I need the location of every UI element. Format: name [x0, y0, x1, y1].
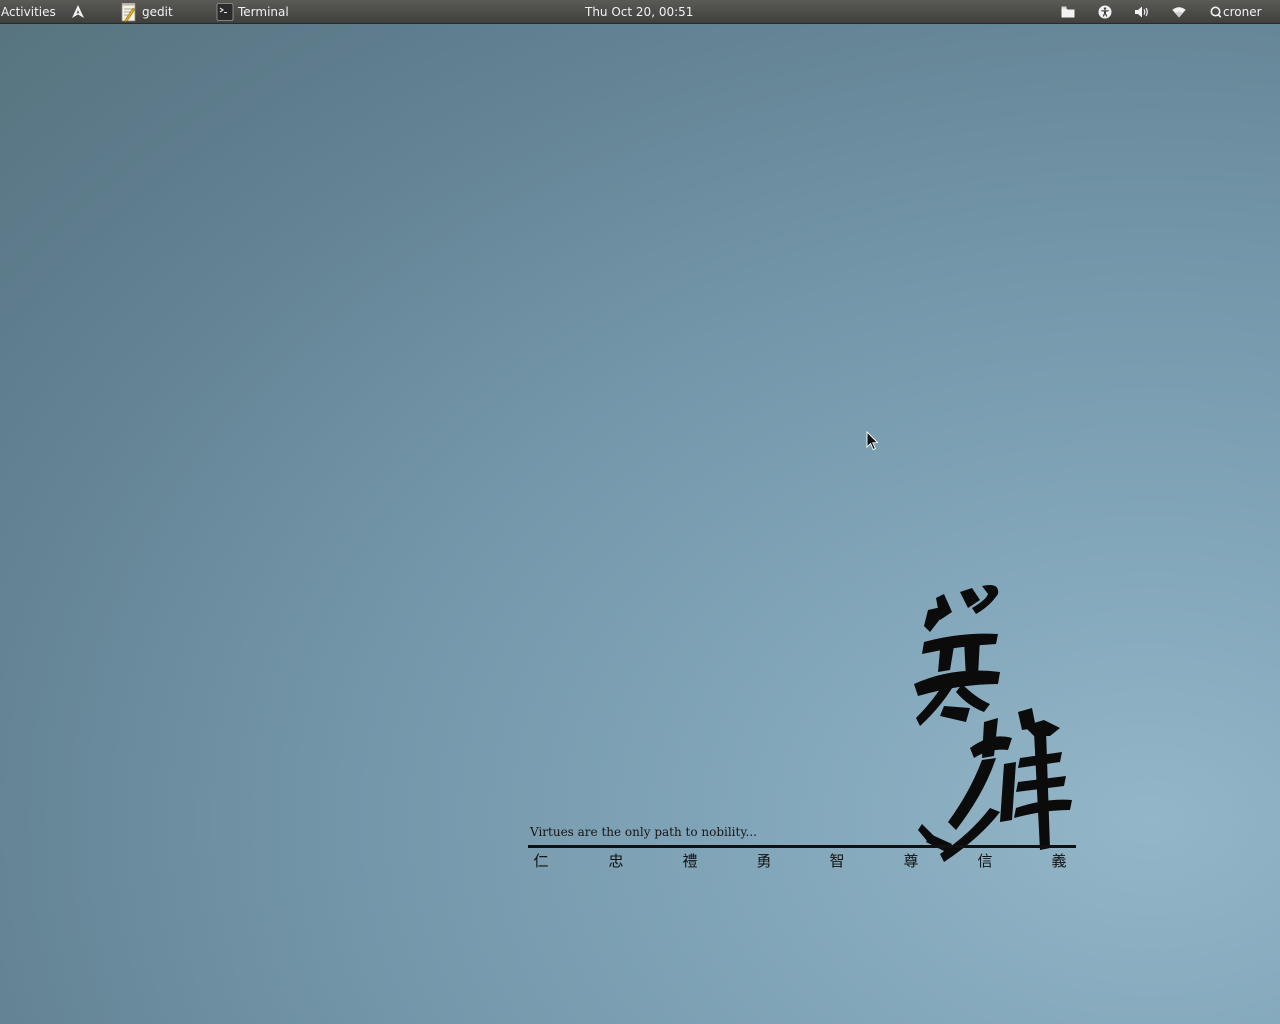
arch-logo-glyph: [72, 5, 84, 18]
clock-menu[interactable]: Thu Oct 20, 00:51: [585, 0, 693, 23]
network-indicator[interactable]: [1171, 0, 1187, 23]
files-indicator[interactable]: [1060, 0, 1076, 23]
top-panel: Activities gedit Terminal Thu Oct 20, 00…: [0, 0, 1280, 24]
virtue-character: 尊: [903, 852, 919, 870]
wallpaper-divider: [528, 845, 1076, 848]
virtue-character: 信: [977, 852, 993, 870]
volume-icon: [1135, 6, 1148, 17]
volume-indicator[interactable]: [1134, 0, 1150, 23]
taskbar-item-terminal[interactable]: Terminal: [216, 0, 289, 23]
wallpaper-tagline: Virtues are the only path to nobility...: [530, 825, 757, 839]
user-name-label: croner: [1223, 4, 1262, 19]
virtue-character: 忠: [608, 852, 624, 870]
files-icon: [1061, 6, 1075, 17]
virtue-character: 仁: [533, 852, 549, 870]
wifi-icon: [1172, 6, 1186, 17]
calligraphy-hero-icon: [914, 585, 1072, 862]
taskbar-item-gedit-label: gedit: [142, 4, 173, 19]
taskbar-item-terminal-label: Terminal: [238, 4, 289, 19]
gedit-icon: [121, 2, 136, 22]
virtue-character: 智: [829, 852, 845, 870]
mouse-pointer-icon: [866, 431, 879, 451]
user-menu[interactable]: croner: [1210, 0, 1262, 23]
terminal-icon: [216, 2, 234, 21]
user-status-icon: [1210, 6, 1222, 18]
activities-label: Activities: [1, 4, 56, 19]
accessibility-icon: [1098, 5, 1112, 18]
virtue-character: 勇: [756, 852, 772, 870]
clock-label: Thu Oct 20, 00:51: [585, 4, 694, 19]
arch-linux-logo-icon[interactable]: [71, 0, 85, 23]
accessibility-indicator[interactable]: [1097, 0, 1113, 23]
virtue-character: 義: [1051, 852, 1067, 870]
taskbar-item-gedit[interactable]: gedit: [120, 0, 173, 23]
desktop[interactable]: Activities gedit Terminal Thu Oct 20, 00…: [0, 0, 1280, 1024]
activities-button[interactable]: Activities: [1, 0, 56, 23]
virtue-character: 禮: [682, 852, 698, 870]
